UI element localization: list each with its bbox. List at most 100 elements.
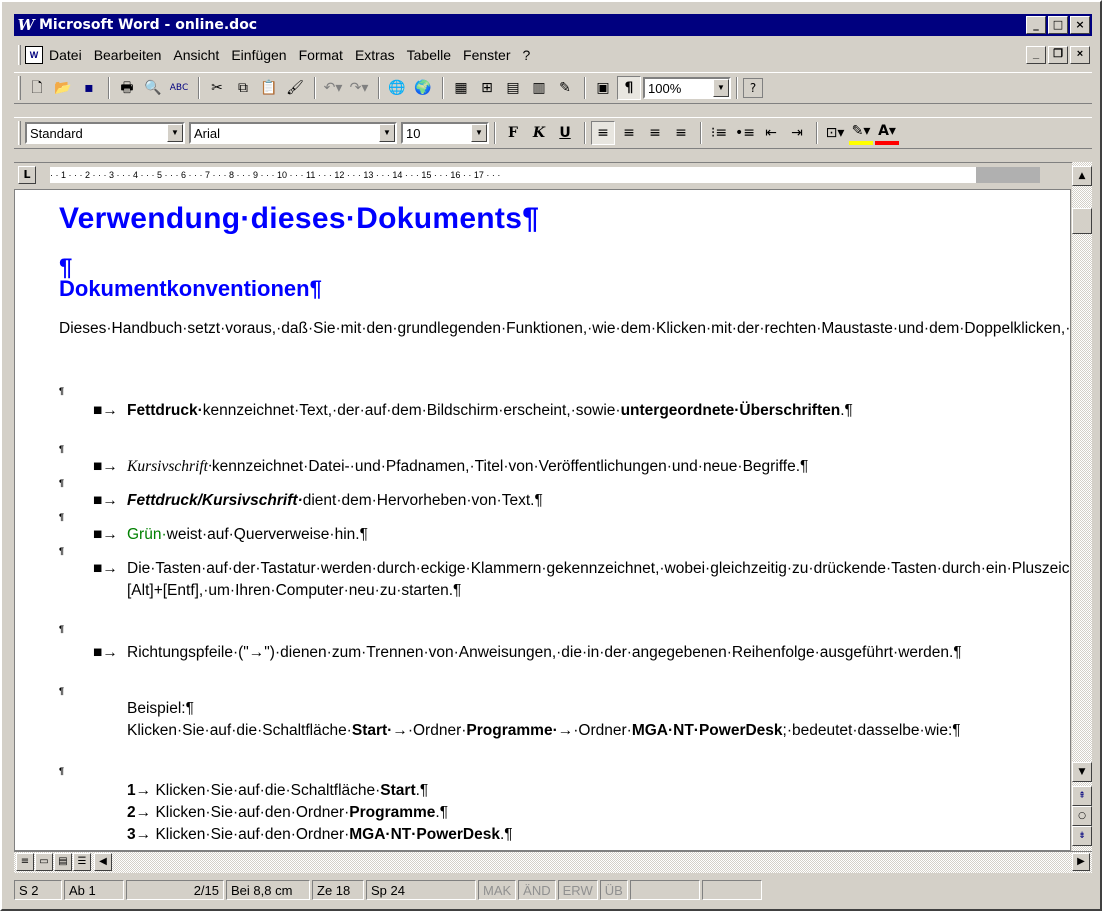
tab-selector-icon[interactable]: L bbox=[18, 166, 36, 184]
outline-view-icon[interactable]: ☰ bbox=[73, 853, 91, 871]
menu-fenster[interactable]: Fenster bbox=[463, 47, 510, 63]
next-page-icon[interactable]: ⇟ bbox=[1072, 826, 1092, 846]
scroll-down-button[interactable]: ▼ bbox=[1072, 762, 1092, 782]
status-aend[interactable]: ÄND bbox=[518, 880, 556, 900]
open-folder-icon[interactable]: 📂 bbox=[51, 76, 75, 100]
ruler-marks: · · 1 · · · 2 · · · 3 · · · 4 · · · 5 · … bbox=[50, 170, 501, 180]
font-dropdown-icon[interactable]: ▼ bbox=[379, 124, 395, 142]
style-dropdown-icon[interactable]: ▼ bbox=[167, 124, 183, 142]
show-formatting-icon[interactable]: ¶ bbox=[617, 76, 641, 100]
status-line: Ze 18 bbox=[312, 880, 364, 900]
maximize-button[interactable]: □ bbox=[1048, 16, 1068, 34]
drawing-icon[interactable]: ✎ bbox=[553, 76, 577, 100]
font-size-select[interactable]: 10 ▼ bbox=[401, 122, 489, 144]
numbering-icon[interactable]: ⁝≡ bbox=[707, 121, 731, 145]
office-assistant-icon[interactable]: ? bbox=[743, 78, 763, 98]
doc-close-button[interactable]: × bbox=[1070, 46, 1090, 64]
document-map-icon[interactable]: ▣ bbox=[591, 76, 615, 100]
style-select[interactable]: Standard ▼ bbox=[25, 122, 185, 144]
status-section: Ab 1 bbox=[64, 880, 124, 900]
increase-indent-icon[interactable]: ⇥ bbox=[785, 121, 809, 145]
italic-button[interactable]: K bbox=[527, 121, 551, 145]
list-item: ■→ Richtungspfeile·("→")·dienen·zum·Tren… bbox=[93, 644, 962, 661]
document-icon[interactable]: W bbox=[25, 46, 43, 64]
scroll-left-button[interactable]: ◀ bbox=[94, 853, 112, 871]
horizontal-scrollbar[interactable]: ≡ ▭ ▤ ☰ ◀ ▶ bbox=[14, 851, 1092, 873]
list-item: ■→ Die·Tasten·auf·der·Tastatur·werden·du… bbox=[93, 560, 1070, 599]
ruler[interactable]: L · · 1 · · · 2 · · · 3 · · · 4 · · · 5 … bbox=[14, 162, 1092, 186]
heading-2: Dokumentkonventionen¶ bbox=[59, 276, 322, 301]
window-title: Microsoft Word - online.doc bbox=[39, 17, 258, 33]
status-ueb[interactable]: ÜB bbox=[599, 880, 628, 900]
menu-tabelle[interactable]: Tabelle bbox=[407, 47, 451, 63]
scroll-up-button[interactable]: ▲ bbox=[1072, 166, 1092, 186]
browse-object-icon[interactable]: ○ bbox=[1072, 806, 1092, 826]
format-painter-icon[interactable]: 🖌 bbox=[283, 76, 307, 100]
size-dropdown-icon[interactable]: ▼ bbox=[471, 124, 487, 142]
menu-help[interactable]: ? bbox=[522, 47, 530, 63]
new-document-icon[interactable]: 🗋 bbox=[25, 76, 49, 100]
align-right-icon[interactable]: ≡ bbox=[643, 121, 667, 145]
close-button[interactable]: × bbox=[1070, 16, 1090, 34]
bold-button[interactable]: F bbox=[501, 121, 525, 145]
tables-borders-icon[interactable]: ▦ bbox=[449, 76, 473, 100]
pilcrow: ¶ bbox=[59, 478, 65, 488]
menu-ansicht[interactable]: Ansicht bbox=[173, 47, 219, 63]
insert-excel-icon[interactable]: ▤ bbox=[501, 76, 525, 100]
web-toolbar-icon[interactable]: 🌍 bbox=[411, 76, 435, 100]
pilcrow: ¶ bbox=[59, 624, 65, 634]
document-area[interactable]: Verwendung·dieses·Dokuments¶ ¶ Dokumentk… bbox=[14, 189, 1071, 851]
paste-icon[interactable]: 📋 bbox=[257, 76, 281, 100]
menu-einfuegen[interactable]: Einfügen bbox=[231, 47, 286, 63]
menu-bearbeiten[interactable]: Bearbeiten bbox=[94, 47, 162, 63]
align-left-icon[interactable]: ≡ bbox=[591, 121, 615, 145]
font-color-icon[interactable]: A▾ bbox=[875, 121, 899, 145]
save-icon[interactable]: ▪ bbox=[77, 76, 101, 100]
spellcheck-icon[interactable]: ABC bbox=[167, 76, 191, 100]
borders-icon[interactable]: ⊡▾ bbox=[823, 121, 847, 145]
status-count: 2/15 bbox=[126, 880, 224, 900]
cut-icon[interactable]: ✂ bbox=[205, 76, 229, 100]
align-center-icon[interactable]: ≡ bbox=[617, 121, 641, 145]
pilcrow: ¶ bbox=[59, 444, 65, 454]
font-select[interactable]: Arial ▼ bbox=[189, 122, 397, 144]
bullets-icon[interactable]: •≡ bbox=[733, 121, 757, 145]
pilcrow: ¶ bbox=[59, 766, 65, 776]
scroll-thumb[interactable] bbox=[1072, 208, 1092, 234]
doc-minimize-button[interactable]: _ bbox=[1026, 46, 1046, 64]
scroll-right-button[interactable]: ▶ bbox=[1072, 853, 1090, 871]
zoom-select[interactable]: 100% ▼ bbox=[643, 77, 731, 99]
steps-list: 1→ Klicken·Sie·auf·die·Schaltfläche·Star… bbox=[127, 782, 513, 843]
normal-view-icon[interactable]: ≡ bbox=[16, 853, 34, 871]
menu-datei[interactable]: Datei bbox=[49, 47, 82, 63]
status-mak[interactable]: MAK bbox=[478, 880, 517, 900]
copy-icon[interactable]: ⧉ bbox=[231, 76, 255, 100]
underline-button[interactable]: U bbox=[553, 121, 577, 145]
decrease-indent-icon[interactable]: ⇤ bbox=[759, 121, 783, 145]
web-layout-icon[interactable]: ▭ bbox=[35, 853, 53, 871]
minimize-button[interactable]: _ bbox=[1026, 16, 1046, 34]
justify-icon[interactable]: ≡ bbox=[669, 121, 693, 145]
print-preview-icon[interactable]: 🔍 bbox=[141, 76, 165, 100]
undo-icon[interactable]: ↶▾ bbox=[321, 76, 345, 100]
word-logo-icon: W bbox=[17, 16, 35, 34]
previous-page-icon[interactable]: ⇞ bbox=[1072, 786, 1092, 806]
list-item: ■→ Grün·weist·auf·Querverweise·hin.¶ bbox=[93, 526, 368, 543]
ruler-scale[interactable]: · · 1 · · · 2 · · · 3 · · · 4 · · · 5 · … bbox=[50, 167, 1040, 183]
print-icon[interactable]: 🖶 bbox=[115, 76, 139, 100]
menu-extras[interactable]: Extras bbox=[355, 47, 395, 63]
menu-format[interactable]: Format bbox=[299, 47, 343, 63]
menu-bar: W Datei Bearbeiten Ansicht Einfügen Form… bbox=[14, 42, 1092, 68]
pilcrow: ¶ bbox=[59, 386, 65, 396]
zoom-value: 100% bbox=[648, 80, 682, 96]
hyperlink-icon[interactable]: 🌐 bbox=[385, 76, 409, 100]
status-erw[interactable]: ERW bbox=[557, 880, 598, 900]
insert-table-icon[interactable]: ⊞ bbox=[475, 76, 499, 100]
zoom-dropdown-icon[interactable]: ▼ bbox=[713, 79, 729, 97]
columns-icon[interactable]: ▥ bbox=[527, 76, 551, 100]
redo-icon[interactable]: ↷▾ bbox=[347, 76, 371, 100]
highlight-icon[interactable]: ✎▾ bbox=[849, 121, 873, 145]
doc-restore-button[interactable]: ❐ bbox=[1048, 46, 1068, 64]
page-layout-icon[interactable]: ▤ bbox=[54, 853, 72, 871]
vertical-scrollbar[interactable]: ▲ ▼ ⇞ ○ ⇟ bbox=[1072, 162, 1092, 851]
